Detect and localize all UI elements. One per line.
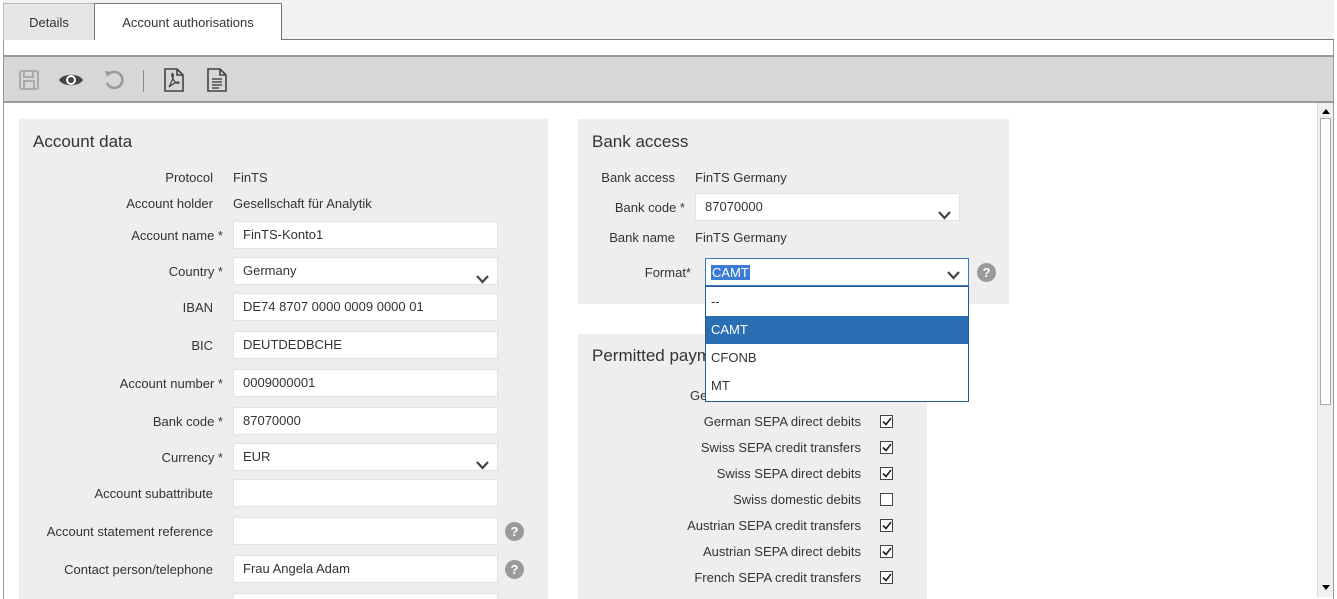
account-name-label: Account name * [131,228,223,243]
save-icon[interactable] [16,67,42,93]
chevron-down-icon [947,268,960,283]
currency-value: EUR [243,449,271,464]
account-holder-value: Gesellschaft für Analytik [233,196,372,211]
payment-label: Swiss SEPA direct debits [716,466,861,481]
format-option[interactable]: -- [706,288,968,316]
chevron-down-icon [476,453,489,470]
scroll-up-icon[interactable] [1320,105,1331,117]
payment-checkbox[interactable] [880,493,893,506]
account-number-input[interactable]: 0009000001 [233,369,498,397]
payment-label: French SEPA credit transfers [694,570,861,585]
country-label: Country * [168,264,223,279]
payment-checkbox[interactable] [880,571,893,584]
account-name-input[interactable]: FinTS-Konto1 [233,221,498,249]
format-option[interactable]: MT [706,372,968,400]
tab-details[interactable]: Details [3,3,95,40]
document-icon[interactable] [204,67,230,93]
contact-person-input[interactable]: Frau Angela Adam [233,555,498,583]
iban-label: IBAN [182,300,213,315]
payment-checkbox[interactable] [880,467,893,480]
bank-access-bank-code-select[interactable]: 87070000 [695,193,960,221]
payment-label: Austrian SEPA credit transfers [687,518,861,533]
bic-label: BIC [191,338,213,353]
payment-checkbox[interactable] [880,415,893,428]
account-subattribute-label: Account subattribute [94,486,213,501]
bank-code-input[interactable]: 87070000 [233,407,498,435]
payment-checkbox[interactable] [880,441,893,454]
account-holder-label: Account holder [126,196,213,211]
payment-label: Austrian SEPA direct debits [702,544,861,559]
bank-access-title: Bank access [592,132,689,151]
scroll-down-icon[interactable] [1320,581,1331,593]
undo-icon[interactable] [101,67,127,93]
tab-bar: Details Account authorisations [3,0,1334,41]
chevron-down-icon [938,203,951,220]
format-label: Format* [644,265,691,280]
help-icon[interactable]: ? [505,560,524,579]
currency-select[interactable]: EUR [233,443,498,471]
currency-label: Currency * [161,450,223,465]
next-field-input[interactable] [233,593,498,599]
vertical-scrollbar[interactable] [1317,103,1333,597]
payment-label: Swiss SEPA credit transfers [700,440,861,455]
contact-person-label: Contact person/telephone [64,562,213,577]
toolbar [4,55,1333,103]
bic-input[interactable]: DEUTDEDBCHE [233,331,498,359]
format-option-selected[interactable]: CAMT [706,316,968,344]
account-subattribute-input[interactable] [233,479,498,507]
payment-label: German SEPA direct debits [703,414,861,429]
account-number-label: Account number * [119,376,223,391]
pdf-icon[interactable] [161,67,187,93]
country-value: Germany [243,263,297,278]
tab-account-authorisations[interactable]: Account authorisations [94,3,282,41]
format-option[interactable]: CFONB [706,344,968,372]
protocol-value: FinTS [233,170,268,185]
account-statement-reference-input[interactable] [233,517,498,545]
view-icon[interactable] [58,67,84,93]
bank-name-value: FinTS Germany [695,230,787,245]
scrollbar-thumb[interactable] [1320,118,1331,405]
account-data-title: Account data [33,132,133,151]
country-select[interactable]: Germany [233,257,498,285]
payment-checkbox[interactable] [880,519,893,532]
help-icon[interactable]: ? [505,522,524,541]
payment-label: Swiss domestic debits [733,492,861,507]
bank-code-label: Bank code * [152,414,223,429]
bank-access-bank-code-label: Bank code * [614,200,685,215]
payment-checkbox[interactable] [880,545,893,558]
bank-access-bank-code-value: 87070000 [705,199,763,214]
iban-input[interactable]: DE74 8707 0000 0009 0000 01 [233,293,498,321]
bank-access-value: FinTS Germany [695,170,787,185]
help-icon[interactable]: ? [977,263,996,282]
chevron-down-icon [476,267,489,284]
format-select[interactable]: CAMT [705,258,969,286]
bank-name-label: Bank name [609,230,675,245]
account-statement-reference-label: Account statement reference [46,524,213,539]
format-selected-value: CAMT [711,265,750,280]
format-dropdown-list: -- CAMT CFONB MT [705,286,969,402]
protocol-label: Protocol [165,170,213,185]
bank-access-label: Bank access [601,170,675,185]
toolbar-separator [143,70,144,92]
